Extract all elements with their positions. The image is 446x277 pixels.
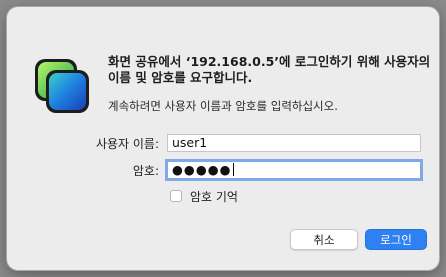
remember-password-label[interactable]: 암호 기억	[190, 188, 238, 205]
password-value: ●●●●●	[172, 162, 232, 177]
remember-password-checkbox[interactable]	[170, 190, 182, 202]
username-label: 사용자 이름:	[95, 137, 159, 151]
cancel-button[interactable]: 취소	[290, 229, 358, 250]
username-field[interactable]: user1	[167, 134, 421, 152]
dialog-title: 화면 공유에서 ‘192.168.0.5’에 로그인하기 위해 사용자의 이름 …	[108, 54, 431, 85]
login-button[interactable]: 로그인	[365, 229, 427, 250]
password-field[interactable]: ●●●●●	[165, 159, 423, 181]
screen-sharing-app-icon	[35, 59, 89, 113]
username-value: user1	[172, 135, 208, 150]
password-label: 암호:	[132, 164, 159, 178]
dialog-subtitle: 계속하려면 사용자 이름과 암호를 입력하십시오.	[108, 99, 338, 113]
login-dialog: 화면 공유에서 ‘192.168.0.5’에 로그인하기 위해 사용자의 이름 …	[7, 7, 439, 270]
text-caret	[232, 163, 234, 176]
